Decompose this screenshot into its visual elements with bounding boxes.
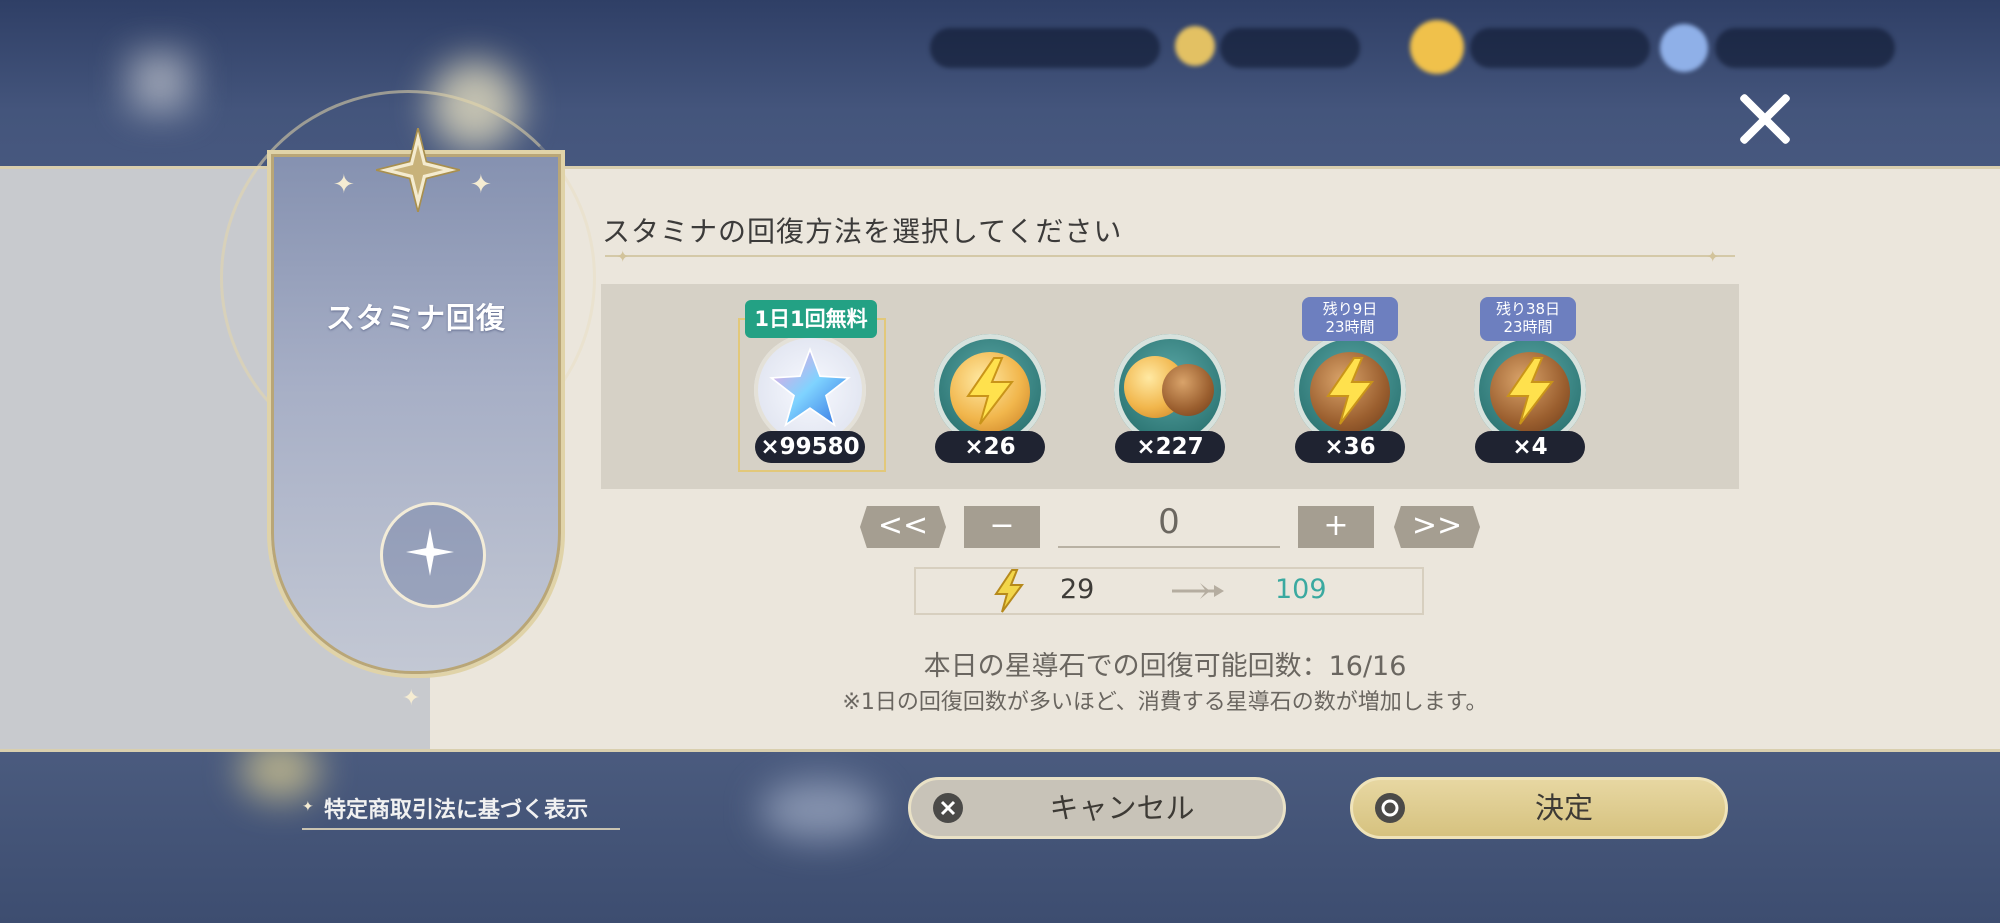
top-status-bar	[920, 10, 1920, 80]
resource-pill	[1470, 28, 1650, 68]
stamina-current: 29	[1060, 574, 1095, 605]
cancel-button[interactable]: キャンセル	[908, 777, 1286, 839]
star-icon	[406, 528, 454, 576]
item-star-crystal[interactable]: ×99580	[750, 334, 870, 464]
item-count: ×26	[935, 431, 1045, 463]
increment-button[interactable]: +	[1298, 506, 1374, 548]
item-cookie[interactable]: ×227	[1110, 334, 1230, 464]
item-count: ×99580	[755, 431, 865, 463]
resource-icon	[1175, 26, 1215, 66]
confirm-button[interactable]: 決定	[1350, 777, 1728, 839]
max-button[interactable]: >>	[1394, 506, 1480, 548]
free-daily-badge: 1日1回無料	[745, 300, 877, 338]
panel-border-bottom	[0, 749, 2000, 752]
lightning-icon	[1326, 357, 1375, 425]
sparkle-icon: ✦	[302, 799, 314, 815]
resource-pill	[1220, 28, 1360, 68]
star-crystal-icon	[769, 346, 851, 427]
sparkle-icon: ✦	[402, 686, 421, 711]
divider-ornament: ✦	[1706, 247, 1720, 266]
expiry-badge: 残り38日 23時間	[1480, 297, 1576, 341]
item-timed-biscuit[interactable]: ×4	[1470, 334, 1590, 464]
stamina-lightning-icon	[994, 569, 1024, 613]
stamina-after: 109	[1275, 574, 1327, 605]
decrement-button[interactable]: −	[964, 506, 1040, 548]
gem-icon	[1660, 24, 1708, 72]
confirm-label: 決定	[1534, 791, 1593, 825]
item-count: ×227	[1115, 431, 1225, 463]
heading-divider	[605, 255, 1735, 257]
expiry-days: 残り38日	[1495, 300, 1561, 318]
sparkle-icon: ✦	[333, 170, 355, 200]
banner-title: スタミナ回復	[325, 301, 506, 335]
arrow-right-icon	[1172, 583, 1224, 599]
quantity-value[interactable]: 0	[1058, 502, 1280, 542]
legal-notice-link[interactable]: 特定商取引法に基づく表示	[324, 792, 588, 824]
close-icon[interactable]	[1730, 84, 1800, 154]
background-close-icon	[130, 52, 190, 112]
item-timed-biscuit[interactable]: ×36	[1290, 334, 1410, 464]
expiry-hours: 23時間	[1503, 318, 1553, 336]
quantity-underline	[1058, 546, 1280, 548]
item-lightning-biscuit[interactable]: ×26	[930, 334, 1050, 464]
resource-pill	[1715, 28, 1895, 68]
item-count: ×36	[1295, 431, 1405, 463]
expiry-days: 残り9日	[1322, 300, 1378, 318]
cookie-icon	[1162, 364, 1214, 416]
coin-icon	[1410, 20, 1464, 74]
dialog-heading: スタミナの回復方法を選択してください	[602, 215, 1123, 248]
expiry-badge: 残り9日 23時間	[1302, 297, 1398, 341]
legal-link-underline	[302, 828, 620, 830]
item-count: ×4	[1475, 431, 1585, 463]
min-button[interactable]: <<	[860, 506, 946, 548]
lightning-icon	[1506, 357, 1555, 425]
recovery-note: ※1日の回復回数が多いほど、消費する星導石の数が増加します。	[842, 690, 1488, 715]
confirm-icon	[1375, 793, 1405, 823]
cancel-label: キャンセル	[1049, 791, 1195, 825]
legal-notice-label: 特定商取引法に基づく表示	[324, 798, 589, 823]
background-glow	[760, 780, 880, 840]
recovery-count-text: 本日の星導石での回復可能回数：16/16	[923, 651, 1407, 682]
resource-pill	[930, 28, 1160, 68]
compass-star-icon	[376, 128, 460, 212]
sparkle-icon: ✦	[470, 170, 492, 200]
cancel-icon	[933, 793, 963, 823]
stamina-preview	[914, 567, 1424, 615]
expiry-hours: 23時間	[1325, 318, 1375, 336]
divider-ornament: ✦	[616, 247, 630, 266]
lightning-icon	[966, 357, 1015, 425]
